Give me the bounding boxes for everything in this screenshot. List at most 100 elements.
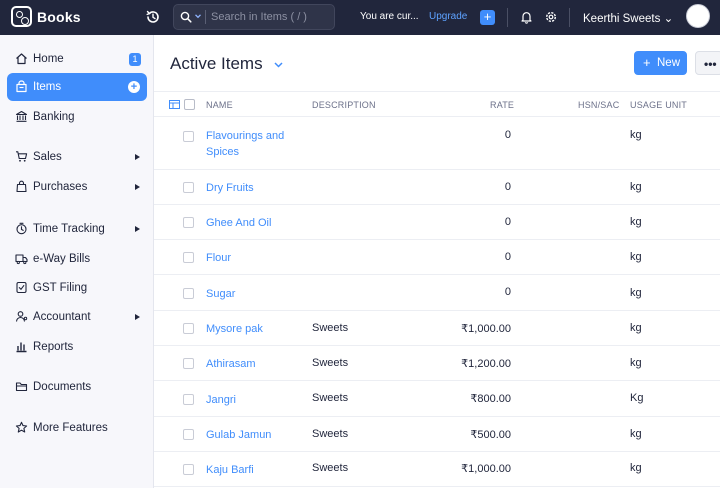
sidebar-item-label: Sales — [33, 151, 62, 163]
row-checkbox[interactable] — [183, 323, 194, 334]
row-checkbox[interactable] — [183, 394, 194, 405]
item-name-link[interactable]: Gulab Jamun — [206, 427, 296, 443]
row-checkbox[interactable] — [183, 358, 194, 369]
sidebar-item-label: Reports — [33, 341, 74, 353]
item-name-link[interactable]: Athirasam — [206, 356, 296, 372]
recent-history-icon[interactable] — [145, 9, 161, 25]
sidebar-item-items[interactable]: Items + — [7, 73, 147, 101]
expand-arrow-icon[interactable] — [135, 314, 140, 320]
item-usage-unit: kg — [630, 216, 642, 228]
quick-create-button[interactable]: + — [480, 10, 495, 25]
sidebar-item-label: Banking — [33, 111, 75, 123]
new-button-label: New — [657, 57, 681, 69]
table-row[interactable]: Flavourings and Spices 0 kg — [154, 117, 720, 170]
sidebar-item-eway-bills[interactable]: e-Way Bills — [7, 245, 147, 273]
expand-arrow-icon[interactable] — [135, 184, 140, 190]
sidebar: Home 1 Items + Banking Sales Purchases T… — [0, 35, 154, 488]
new-item-button[interactable]: + New — [634, 51, 687, 75]
item-name-link[interactable]: Mysore pak — [206, 321, 296, 337]
trial-status-text: You are cur... — [360, 11, 419, 22]
view-selector[interactable]: Active Items — [170, 54, 263, 74]
item-usage-unit: kg — [630, 428, 642, 440]
column-header-name[interactable]: NAME — [206, 100, 233, 110]
row-checkbox[interactable] — [183, 252, 194, 263]
row-checkbox[interactable] — [183, 429, 194, 440]
column-header-description[interactable]: DESCRIPTION — [312, 100, 376, 110]
app-name[interactable]: Books — [37, 9, 81, 25]
item-rate: 0 — [504, 181, 511, 193]
row-checkbox[interactable] — [183, 182, 194, 193]
table-row[interactable]: Flour 0 kg — [154, 240, 720, 275]
sidebar-item-reports[interactable]: Reports — [7, 333, 147, 361]
table-row[interactable]: Jangri Sweets ₹800.00 Kg — [154, 381, 720, 417]
table-row[interactable]: Athirasam Sweets ₹1,200.00 kg — [154, 346, 720, 381]
more-options-button[interactable]: ••• — [695, 51, 720, 75]
item-name-link[interactable]: Dry Fruits — [206, 180, 296, 196]
item-name-link[interactable]: Flavourings and Spices — [206, 128, 296, 160]
upgrade-link[interactable]: Upgrade — [429, 11, 467, 22]
item-name-link[interactable]: Kaju Barfi — [206, 462, 296, 478]
add-item-plus-icon[interactable]: + — [128, 81, 140, 93]
sidebar-item-label: Time Tracking — [33, 223, 105, 235]
item-name-link[interactable]: Sugar — [206, 286, 296, 302]
item-rate: 0 — [504, 216, 511, 228]
table-row[interactable]: Gulab Jamun Sweets ₹500.00 kg — [154, 417, 720, 452]
sidebar-item-accountant[interactable]: Accountant — [7, 303, 147, 331]
organization-switcher[interactable]: Keerthi Sweets ⌄ — [583, 11, 673, 25]
organization-name: Keerthi Sweets — [583, 13, 661, 25]
chevron-down-icon[interactable] — [274, 62, 283, 68]
item-usage-unit: kg — [630, 251, 642, 263]
star-icon — [15, 421, 28, 433]
sidebar-item-time-tracking[interactable]: Time Tracking — [7, 215, 147, 243]
item-usage-unit: kg — [630, 129, 642, 141]
more-dots-icon: ••• — [704, 57, 717, 71]
column-settings-icon[interactable] — [169, 100, 180, 109]
row-checkbox[interactable] — [183, 131, 194, 142]
reports-icon — [16, 342, 27, 353]
sidebar-item-sales[interactable]: Sales — [7, 143, 147, 171]
books-logo-icon[interactable] — [11, 6, 32, 27]
item-rate: 0 — [504, 251, 511, 263]
sidebar-item-more-features[interactable]: More Features — [7, 414, 147, 442]
sidebar-item-banking[interactable]: Banking — [7, 103, 147, 131]
sidebar-item-label: More Features — [33, 422, 108, 434]
timer-icon — [16, 222, 27, 235]
row-checkbox[interactable] — [183, 464, 194, 475]
item-name-link[interactable]: Flour — [206, 250, 296, 266]
item-name-link[interactable]: Ghee And Oil — [206, 215, 296, 231]
table-row[interactable]: Kaju Barfi Sweets ₹1,000.00 kg — [154, 452, 720, 487]
table-row[interactable]: Ghee And Oil 0 kg — [154, 205, 720, 240]
user-avatar[interactable] — [686, 4, 710, 28]
table-row[interactable]: Dry Fruits 0 kg — [154, 170, 720, 205]
expand-arrow-icon[interactable] — [135, 226, 140, 232]
search-input[interactable] — [211, 9, 329, 25]
sidebar-item-gst-filing[interactable]: GST Filing — [7, 274, 147, 302]
item-usage-unit: kg — [630, 287, 642, 299]
item-rate: ₹1,000.00 — [461, 463, 511, 475]
sidebar-item-documents[interactable]: Documents — [7, 373, 147, 401]
select-all-checkbox[interactable] — [184, 99, 195, 110]
bell-icon[interactable] — [520, 10, 533, 24]
row-checkbox[interactable] — [183, 217, 194, 228]
search-box[interactable] — [173, 4, 335, 30]
column-header-hsn-sac[interactable]: HSN/SAC — [578, 100, 619, 110]
item-rate: 0 — [504, 286, 511, 298]
notification-badge: 1 — [129, 53, 141, 66]
column-header-usage-unit[interactable]: USAGE UNIT — [630, 100, 687, 110]
expand-arrow-icon[interactable] — [135, 154, 140, 160]
sidebar-item-purchases[interactable]: Purchases — [7, 173, 147, 201]
table-row[interactable]: Mysore pak Sweets ₹1,000.00 kg — [154, 311, 720, 346]
item-name-link[interactable]: Jangri — [206, 392, 296, 408]
sidebar-item-label: Documents — [33, 381, 92, 393]
sidebar-item-home[interactable]: Home 1 — [7, 45, 147, 73]
item-description: Sweets — [312, 392, 349, 404]
search-filter-chevron-down-icon[interactable] — [194, 12, 202, 20]
item-usage-unit: kg — [630, 181, 642, 193]
search-icon[interactable] — [180, 11, 192, 23]
gear-icon[interactable] — [544, 10, 558, 24]
row-checkbox[interactable] — [183, 288, 194, 299]
table-row[interactable]: Sugar 0 kg — [154, 275, 720, 311]
search-divider — [205, 10, 206, 24]
accountant-icon — [15, 311, 28, 322]
column-header-rate[interactable]: RATE — [490, 100, 514, 110]
